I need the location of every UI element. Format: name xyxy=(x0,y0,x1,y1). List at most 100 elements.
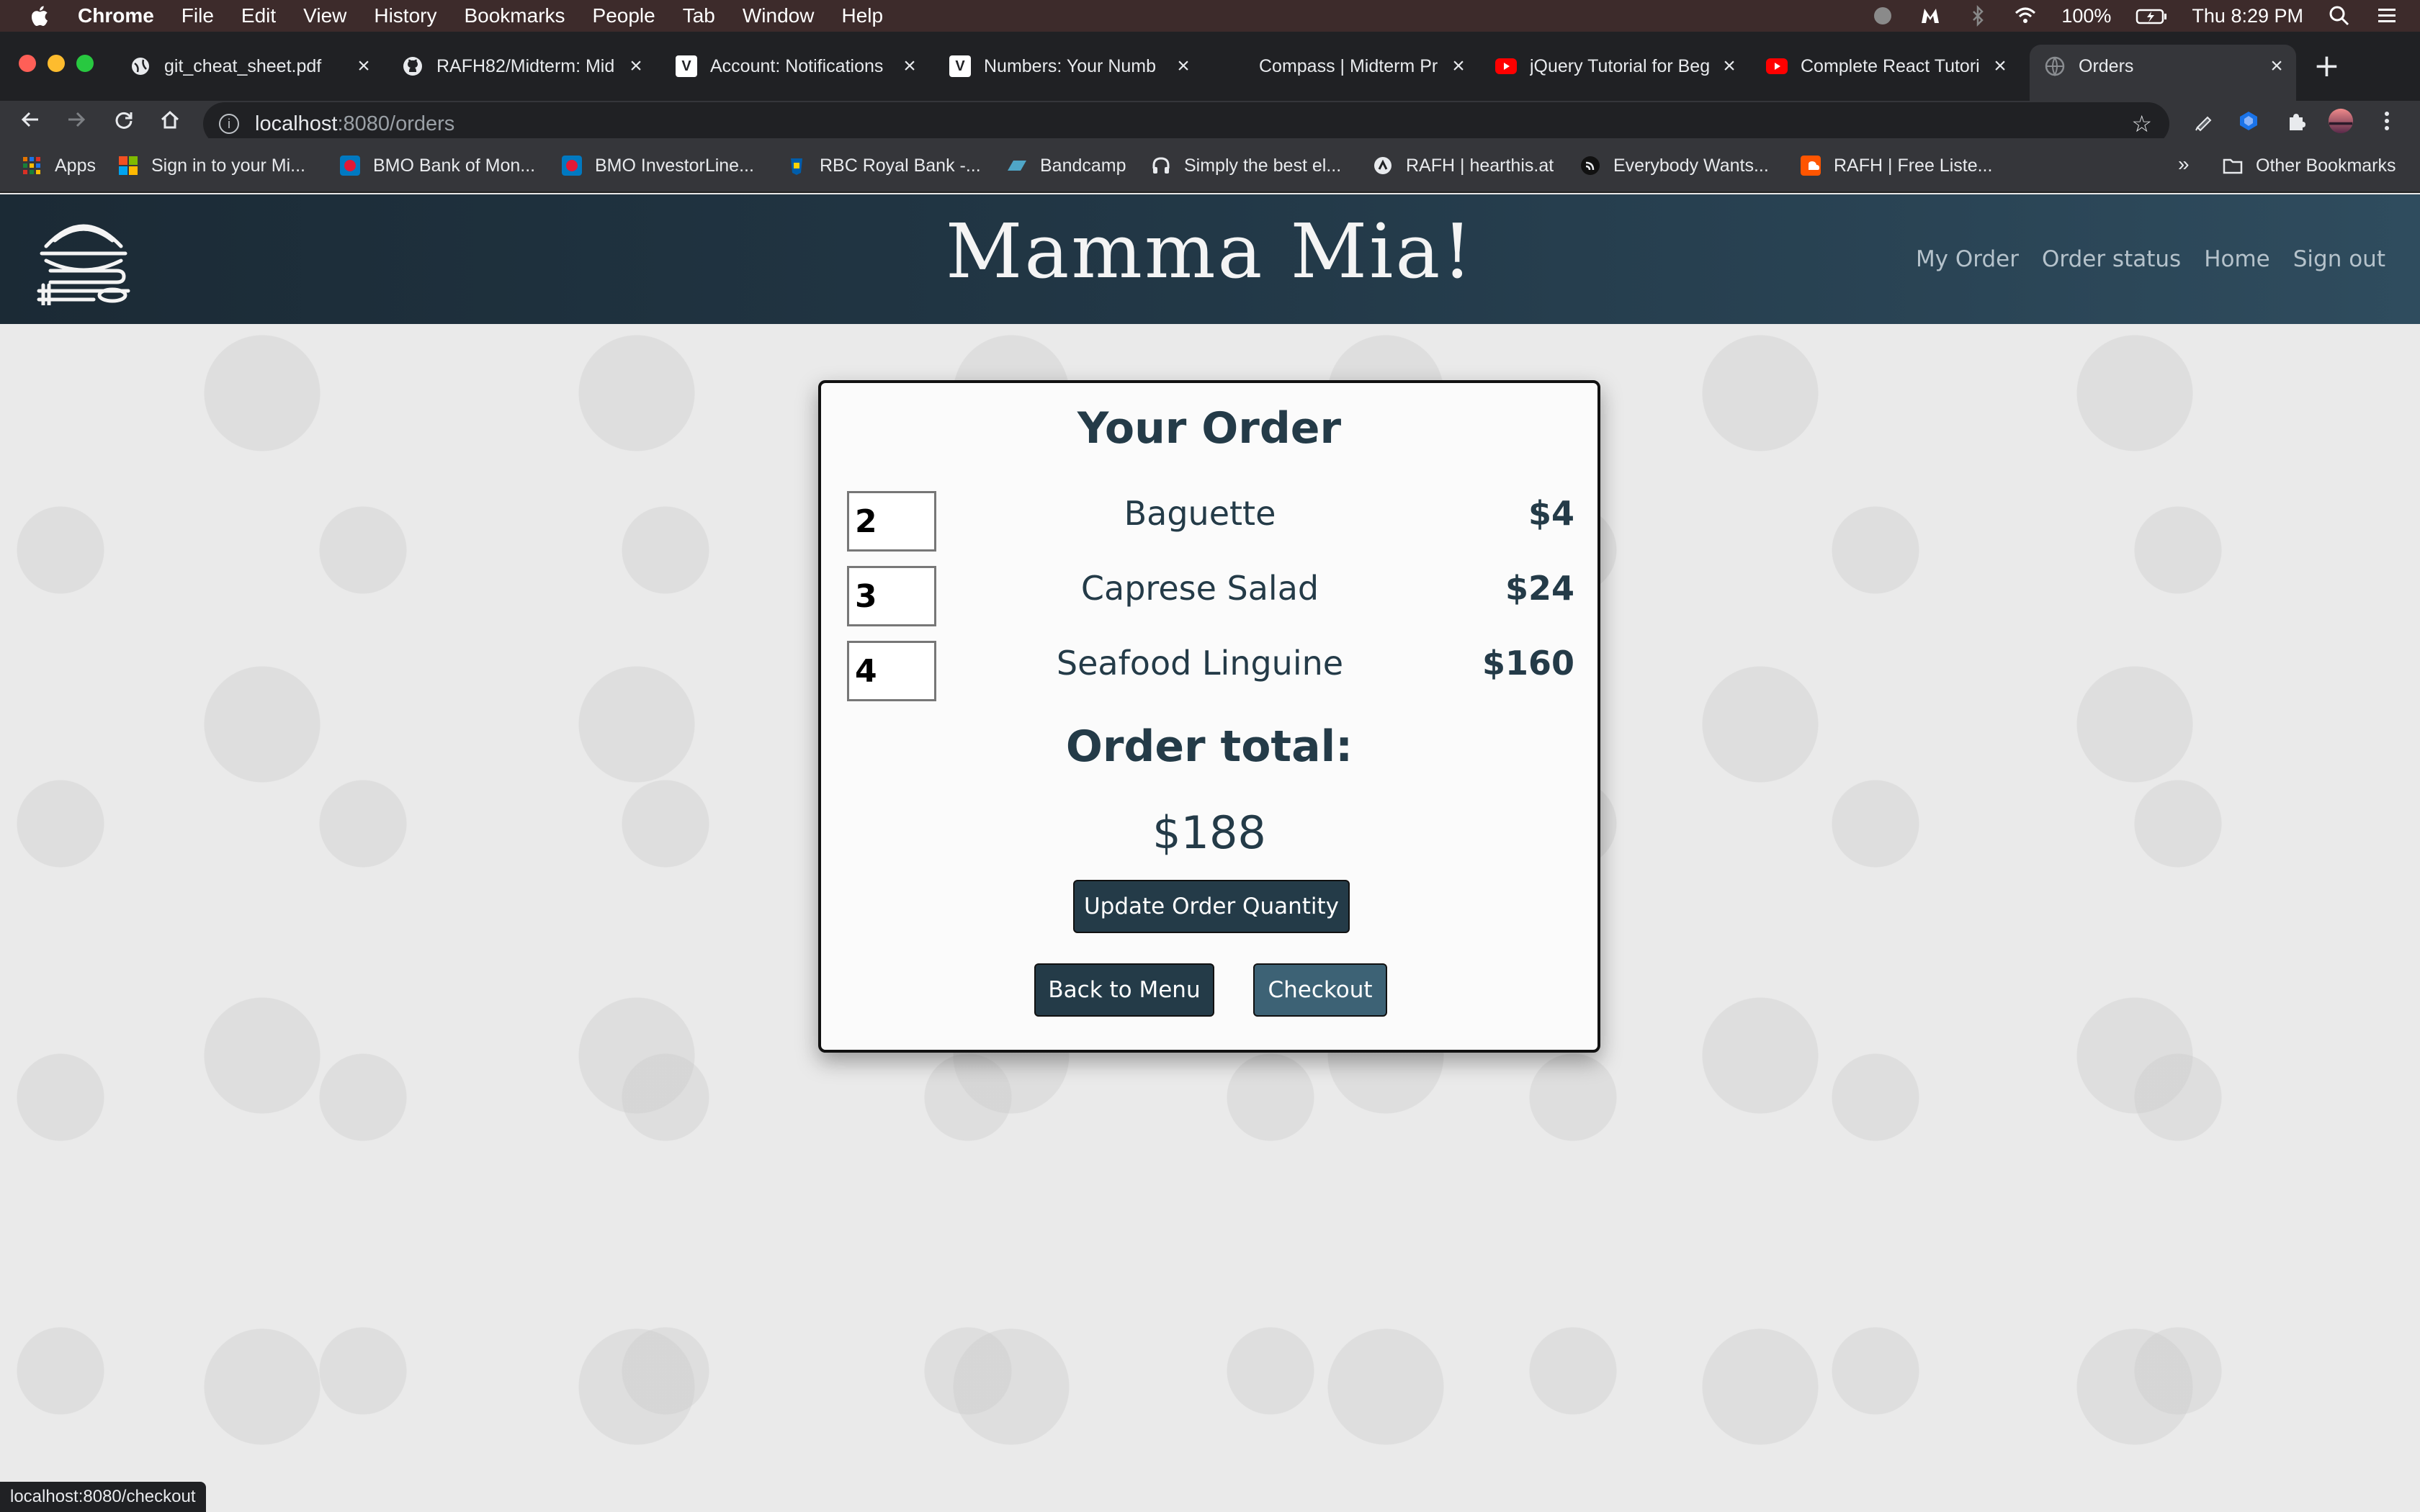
tab-close-icon[interactable]: × xyxy=(625,54,647,78)
profile-avatar[interactable] xyxy=(2328,108,2354,134)
menu-file[interactable]: File xyxy=(182,4,214,27)
nav-my-order[interactable]: My Order xyxy=(1916,246,2019,272)
tab-numbers[interactable]: V Numbers: Your Numb × xyxy=(949,45,1194,88)
pen-extension-icon[interactable] xyxy=(2191,108,2217,134)
soundcloud-icon xyxy=(1801,156,1821,176)
youtube-icon xyxy=(1495,55,1517,77)
bookmarks-overflow-chevron-icon[interactable]: » xyxy=(2178,153,2190,176)
update-quantity-button[interactable]: Update Order Quantity xyxy=(1073,880,1350,933)
hexagon-extension-icon[interactable] xyxy=(2236,108,2262,134)
spotlight-search-icon[interactable] xyxy=(2328,4,2351,27)
bookmark-label: Bandcamp xyxy=(1040,155,1126,176)
bookmark-bmo-bank[interactable]: BMO Bank of Mon... xyxy=(340,138,535,193)
back-arrow-icon[interactable] xyxy=(12,101,49,138)
bmo-icon xyxy=(340,156,360,176)
order-item-row: Baguette $4 xyxy=(847,491,1574,554)
tab-jquery-tutorial[interactable]: jQuery Tutorial for Beg × xyxy=(1495,45,1740,88)
bookmark-simply-the-best[interactable]: Simply the best el... xyxy=(1151,138,1341,193)
bookmark-other-bookmarks[interactable]: Other Bookmarks xyxy=(2223,138,2396,193)
nav-home[interactable]: Home xyxy=(2204,246,2270,272)
order-heading: Your Order xyxy=(1077,403,1342,454)
globe-icon xyxy=(130,55,151,77)
url-host: localhost xyxy=(255,112,338,135)
rbc-icon xyxy=(791,158,802,175)
home-icon[interactable] xyxy=(151,101,189,138)
web-page: Mamma Mia! My Order Order status Home Si… xyxy=(0,194,2420,1512)
bookmark-microsoft[interactable]: Sign in to your Mi... xyxy=(118,138,305,193)
tab-account-notifications[interactable]: V Account: Notifications × xyxy=(676,45,920,88)
tab-close-icon[interactable]: × xyxy=(899,54,920,78)
site-info-icon[interactable]: i xyxy=(219,114,239,134)
tab-close-icon[interactable]: × xyxy=(1718,54,1740,78)
battery-icon[interactable] xyxy=(2136,4,2167,27)
menu-help[interactable]: Help xyxy=(841,4,883,27)
quantity-input-caprese-salad[interactable] xyxy=(847,566,936,626)
headphones-icon xyxy=(1152,157,1170,174)
menu-window[interactable]: Window xyxy=(743,4,815,27)
tab-close-icon[interactable]: × xyxy=(1173,54,1194,78)
microsoft-icon xyxy=(119,156,138,175)
bookmark-apps[interactable]: Apps xyxy=(22,138,96,193)
malwarebytes-icon[interactable] xyxy=(1919,4,1942,27)
tab-close-icon[interactable]: × xyxy=(353,54,375,78)
reload-icon[interactable] xyxy=(105,101,143,138)
minimize-window-button[interactable] xyxy=(48,55,65,72)
item-price: $24 xyxy=(1505,569,1574,608)
menu-app-name[interactable]: Chrome xyxy=(78,4,154,27)
bookmark-everybody-wants[interactable]: Everybody Wants... xyxy=(1580,138,1769,193)
wifi-icon[interactable] xyxy=(2014,4,2037,27)
nav-order-status[interactable]: Order status xyxy=(2042,246,2181,272)
apple-icon[interactable] xyxy=(29,4,49,27)
bookmark-label: BMO Bank of Mon... xyxy=(373,155,536,176)
new-tab-plus-icon[interactable]: + xyxy=(2313,50,2340,82)
bookmark-star-icon[interactable]: ☆ xyxy=(2131,110,2152,138)
tab-github-midterm[interactable]: RAFH82/Midterm: Mid × xyxy=(402,45,647,88)
menu-history[interactable]: History xyxy=(374,4,436,27)
item-name: Caprese Salad xyxy=(1080,569,1319,608)
menu-edit[interactable]: Edit xyxy=(241,4,276,27)
puzzle-extensions-icon[interactable] xyxy=(2283,108,2309,134)
nav-sign-out[interactable]: Sign out xyxy=(2293,246,2385,272)
menu-people[interactable]: People xyxy=(593,4,655,27)
bookmark-bandcamp[interactable]: Bandcamp xyxy=(1007,138,1126,193)
control-center-icon[interactable] xyxy=(2375,4,2398,27)
menu-view[interactable]: View xyxy=(303,4,346,27)
bookmark-label: Sign in to your Mi... xyxy=(151,155,305,176)
quantity-input-baguette[interactable] xyxy=(847,491,936,552)
bookmark-bmo-investorline[interactable]: BMO InvestorLine... xyxy=(562,138,754,193)
bookmark-rbc[interactable]: RBC Royal Bank -... xyxy=(786,138,981,193)
tab-close-icon[interactable]: × xyxy=(1448,54,1469,78)
tab-title: Compass | Midterm Pr xyxy=(1259,55,1438,76)
tab-close-icon[interactable]: × xyxy=(2266,54,2287,78)
bookmark-free-listening[interactable]: RAFH | Free Liste... xyxy=(1801,138,1992,193)
window-controls xyxy=(19,55,94,72)
record-icon[interactable] xyxy=(1871,4,1894,27)
back-to-menu-button[interactable]: Back to Menu xyxy=(1034,963,1214,1017)
bookmark-label: RAFH | hearthis.at xyxy=(1406,155,1554,176)
quantity-input-seafood-linguine[interactable] xyxy=(847,641,936,701)
bookmark-label: BMO InvestorLine... xyxy=(595,155,754,176)
menu-bookmarks[interactable]: Bookmarks xyxy=(464,4,565,27)
rss-icon xyxy=(1581,156,1600,175)
v-icon: V xyxy=(676,55,697,77)
tab-orders[interactable]: Orders × xyxy=(2030,45,2296,101)
clock[interactable]: Thu 8:29 PM xyxy=(2192,5,2303,27)
browser-toolbar: i localhost:8080/orders ☆ xyxy=(0,101,2420,145)
tab-react-tutorial[interactable]: Complete React Tutori × xyxy=(1766,45,2011,88)
checkout-button[interactable]: Checkout xyxy=(1253,963,1387,1017)
tab-git-cheat-sheet[interactable]: git_cheat_sheet.pdf × xyxy=(130,45,375,88)
menu-tab[interactable]: Tab xyxy=(683,4,715,27)
chrome-menu-icon[interactable] xyxy=(2374,108,2400,134)
order-card: Your Order Baguette $4 Caprese Salad $24… xyxy=(818,380,1600,1053)
order-item-row: Caprese Salad $24 xyxy=(847,566,1574,629)
tab-close-icon[interactable]: × xyxy=(1989,54,2011,78)
forward-arrow-icon[interactable] xyxy=(58,101,95,138)
item-price: $160 xyxy=(1482,644,1574,683)
site-nav: My Order Order status Home Sign out xyxy=(1916,194,2385,324)
close-window-button[interactable] xyxy=(19,55,36,72)
order-total-label: Order total: xyxy=(1065,721,1353,772)
maximize-window-button[interactable] xyxy=(76,55,94,72)
bookmark-hearthis[interactable]: RAFH | hearthis.at xyxy=(1373,138,1554,193)
bluetooth-icon[interactable] xyxy=(1966,4,1989,27)
tab-compass[interactable]: Compass | Midterm Pr × xyxy=(1224,45,1469,88)
